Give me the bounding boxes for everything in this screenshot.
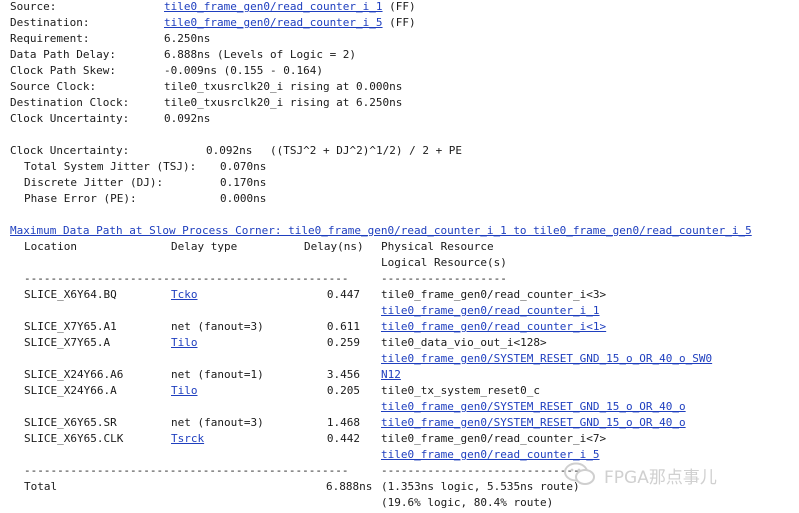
total-percent: (19.6% logic, 80.4% route) bbox=[381, 496, 554, 509]
delay-type-link[interactable]: Tilo bbox=[171, 383, 198, 399]
summary-link[interactable]: tile0_frame_gen0/read_counter_i_5 bbox=[164, 15, 383, 31]
summary-label: Data Path Delay: bbox=[10, 48, 116, 61]
path-row-location: SLICE_X6Y65.CLK bbox=[24, 432, 124, 445]
column-header-delay: Delay(ns) bbox=[304, 240, 364, 253]
path-row-delay: 0.205 bbox=[326, 384, 360, 397]
separator-rule: ----------------------------------------… bbox=[24, 272, 349, 285]
resource-link[interactable]: tile0_frame_gen0/SYSTEM_RESET_GND_15_o_O… bbox=[381, 415, 686, 431]
path-row-delay: 0.442 bbox=[326, 432, 360, 445]
wechat-icon bbox=[564, 462, 595, 485]
resource-name: tile0_data_vio_out_i<128> bbox=[381, 336, 547, 349]
resource-name: tile0_frame_gen0/read_counter_i<7> bbox=[381, 432, 607, 445]
delay-type: net (fanout=3) bbox=[171, 416, 264, 429]
delay-type-link[interactable]: Tilo bbox=[171, 335, 198, 351]
column-header-delay-type: Delay type bbox=[171, 240, 238, 253]
total-label: Total bbox=[24, 480, 58, 493]
path-row-location: SLICE_X6Y64.BQ bbox=[24, 288, 117, 301]
summary-value: -0.009ns (0.155 - 0.164) bbox=[164, 64, 323, 77]
summary-link[interactable]: tile0_frame_gen0/read_counter_i_1 bbox=[164, 0, 383, 15]
path-row-delay: 0.447 bbox=[326, 288, 360, 301]
total-breakdown: (1.353ns logic, 5.535ns route) bbox=[381, 480, 580, 493]
path-row-location: SLICE_X6Y65.SR bbox=[24, 416, 117, 429]
separator-rule: ------------------- bbox=[381, 272, 507, 285]
delay-type: net (fanout=1) bbox=[171, 368, 264, 381]
watermark-text: FPGA那点事儿 bbox=[604, 468, 717, 488]
jitter-label: Discrete Jitter (DJ): bbox=[24, 176, 164, 189]
path-row-location: SLICE_X7Y65.A1 bbox=[24, 320, 117, 333]
path-row-delay: 3.456 bbox=[326, 368, 360, 381]
resource-link[interactable]: tile0_frame_gen0/read_counter_i<1> bbox=[381, 319, 606, 335]
total-delay: 6.888ns bbox=[326, 480, 373, 493]
jitter-value: 0.170ns bbox=[220, 176, 267, 189]
summary-value: 6.888ns (Levels of Logic = 2) bbox=[164, 48, 357, 61]
resource-link[interactable]: tile0_frame_gen0/read_counter_i_1 bbox=[381, 303, 600, 319]
summary-value: 6.250ns bbox=[164, 32, 211, 45]
summary-value: tile0_txusrclk20_i rising at 0.000ns bbox=[164, 80, 403, 93]
path-row-location: SLICE_X7Y65.A bbox=[24, 336, 111, 349]
path-row-delay: 0.611 bbox=[326, 320, 360, 333]
delay-type-link[interactable]: Tsrck bbox=[171, 431, 204, 447]
jitter-label: Phase Error (PE): bbox=[24, 192, 137, 205]
summary-label: Requirement: bbox=[10, 32, 90, 45]
jitter-value: 0.070ns bbox=[220, 160, 267, 173]
separator-rule: ----------------------------------------… bbox=[24, 464, 349, 477]
jitter-label: Total System Jitter (TSJ): bbox=[24, 160, 197, 173]
resource-name: tile0_tx_system_reset0_c bbox=[381, 384, 540, 397]
summary-value: tile0_txusrclk20_i rising at 6.250ns bbox=[164, 96, 403, 109]
path-row-location: SLICE_X24Y66.A bbox=[24, 384, 117, 397]
watermark: FPGA那点事儿 bbox=[562, 461, 799, 488]
uncertainty-value: 0.092ns bbox=[206, 144, 253, 157]
data-path-title-link[interactable]: Maximum Data Path at Slow Process Corner… bbox=[10, 223, 752, 239]
delay-type-link[interactable]: Tcko bbox=[171, 287, 198, 303]
summary-label: Clock Path Skew: bbox=[10, 64, 116, 77]
summary-label: Source Clock: bbox=[10, 80, 97, 93]
uncertainty-label: Clock Uncertainty: bbox=[10, 144, 130, 157]
separator-rule: ------------------------------- bbox=[381, 464, 587, 477]
summary-label: Clock Uncertainty: bbox=[10, 112, 130, 125]
path-row-location: SLICE_X24Y66.A6 bbox=[24, 368, 124, 381]
resource-name: tile0_frame_gen0/read_counter_i<3> bbox=[381, 288, 607, 301]
column-header-location: Location bbox=[24, 240, 77, 253]
path-row-delay: 1.468 bbox=[326, 416, 360, 429]
summary-label: Source: bbox=[10, 0, 57, 13]
path-row-delay: 0.259 bbox=[326, 336, 360, 349]
summary-suffix: (FF) bbox=[382, 16, 416, 29]
delay-type: net (fanout=3) bbox=[171, 320, 264, 333]
summary-value: 0.092ns bbox=[164, 112, 211, 125]
resource-link[interactable]: tile0_frame_gen0/SYSTEM_RESET_GND_15_o_O… bbox=[381, 351, 712, 367]
summary-label: Destination: bbox=[10, 16, 90, 29]
jitter-value: 0.000ns bbox=[220, 192, 267, 205]
column-header-logical: Logical Resource(s) bbox=[381, 256, 507, 269]
summary-suffix: (FF) bbox=[382, 0, 416, 13]
summary-label: Destination Clock: bbox=[10, 96, 130, 109]
uncertainty-formula: ((TSJ^2 + DJ^2)^1/2) / 2 + PE bbox=[270, 144, 463, 157]
column-header-physical: Physical Resource bbox=[381, 240, 494, 253]
resource-link[interactable]: tile0_frame_gen0/SYSTEM_RESET_GND_15_o_O… bbox=[381, 399, 686, 415]
resource-link[interactable]: N12 bbox=[381, 367, 401, 383]
